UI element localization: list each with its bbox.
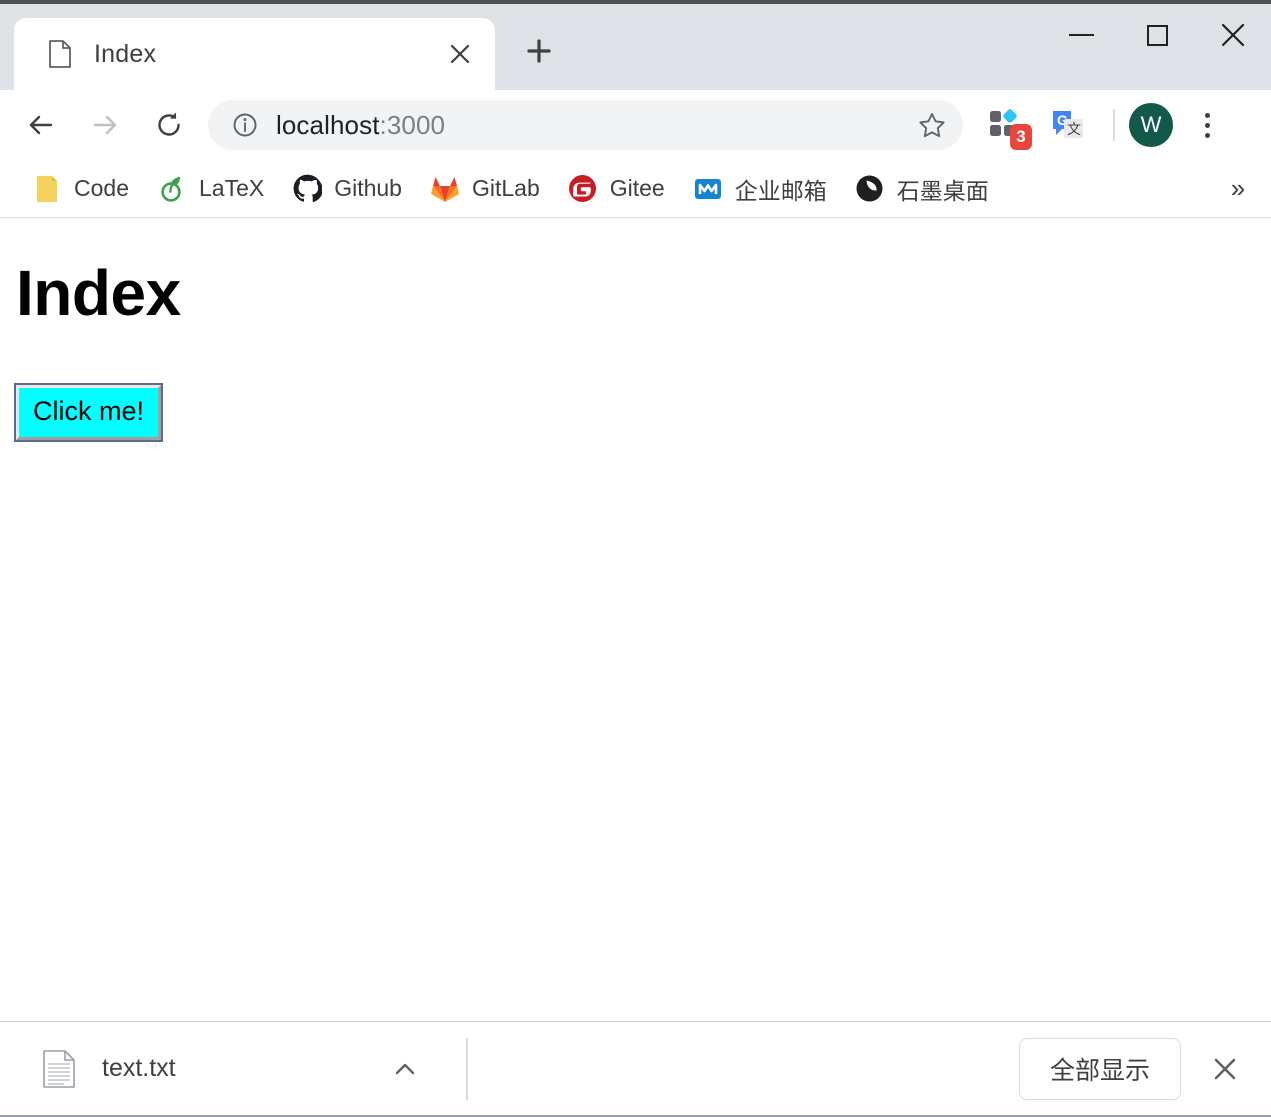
star-icon[interactable] — [909, 102, 955, 148]
bookmark-shimo[interactable]: 石墨桌面 — [845, 167, 999, 211]
close-shelf-icon[interactable] — [1197, 1041, 1253, 1097]
yellow-folder-icon — [32, 174, 62, 204]
page-content: Index Click me! — [0, 218, 1271, 1021]
bookmarks-overflow-icon[interactable]: » — [1217, 168, 1259, 210]
bookmark-latex[interactable]: LaTeX — [147, 167, 274, 211]
svg-text:文: 文 — [1067, 121, 1081, 137]
url-host: localhost — [276, 109, 380, 140]
address-bar[interactable]: localhost:3000 — [208, 100, 963, 150]
shelf-divider — [465, 1037, 468, 1100]
close-icon — [1221, 23, 1245, 47]
shimo-icon — [855, 174, 885, 204]
bookmark-label: Gitee — [609, 175, 665, 201]
close-window-button[interactable] — [1195, 4, 1271, 66]
browser-toolbar: localhost:3000 3 G 文 W — [0, 90, 1271, 160]
extensions-puzzle-icon[interactable]: 3 — [981, 100, 1032, 150]
text-file-icon — [42, 1049, 76, 1088]
tab-title: Index — [94, 39, 157, 68]
bookmark-label: GitLab — [471, 175, 540, 201]
reload-button[interactable] — [144, 100, 194, 150]
page-icon — [48, 40, 72, 68]
new-tab-button[interactable] — [512, 26, 566, 76]
arrow-left-icon — [29, 115, 53, 135]
minimize-button[interactable] — [1043, 4, 1119, 66]
window-controls — [1043, 4, 1271, 66]
download-shelf: text.txt 全部显示 — [0, 1021, 1271, 1117]
forward-button[interactable] — [80, 100, 130, 150]
page-title: Index — [16, 257, 181, 329]
bookmark-gitlab[interactable]: GitLab — [420, 167, 550, 211]
download-file-name: text.txt — [102, 1054, 176, 1082]
url-text[interactable]: localhost:3000 — [276, 110, 909, 141]
bookmark-label: Github — [334, 175, 402, 201]
info-circle-icon[interactable] — [230, 110, 260, 140]
bookmark-gitee[interactable]: Gitee — [558, 167, 675, 211]
toolbar-divider — [1113, 109, 1115, 141]
url-port: :3000 — [379, 109, 446, 140]
back-button[interactable] — [16, 100, 66, 150]
overleaf-icon — [157, 174, 187, 204]
bookmark-label: Code — [74, 175, 129, 201]
bookmark-label: 石墨桌面 — [896, 177, 989, 204]
browser-window: Index localhost:3000 3 G 文 W Code LaTeX … — [0, 0, 1271, 1117]
chrome-menu-icon[interactable] — [1183, 101, 1231, 149]
chevron-up-icon[interactable] — [382, 1046, 428, 1092]
bookmark-code[interactable]: Code — [22, 167, 139, 211]
github-icon — [292, 174, 322, 204]
show-all-downloads-button[interactable]: 全部显示 — [1018, 1037, 1181, 1100]
bookmark-label: 企业邮箱 — [734, 177, 827, 204]
extensions-badge: 3 — [1010, 124, 1032, 150]
arrow-right-icon — [93, 115, 117, 135]
gitee-icon — [568, 174, 598, 204]
tab-close-icon[interactable] — [439, 33, 481, 75]
gitlab-icon — [430, 174, 460, 204]
plus-icon — [527, 39, 551, 63]
download-item[interactable]: text.txt — [22, 1036, 438, 1102]
bookmark-label: LaTeX — [198, 175, 265, 201]
avatar[interactable]: W — [1129, 103, 1173, 147]
bookmark-exmail[interactable]: 企业邮箱 — [683, 167, 837, 211]
bookmark-github[interactable]: Github — [282, 167, 412, 211]
exmail-icon — [693, 174, 723, 204]
click-me-button[interactable]: Click me! — [13, 383, 164, 443]
bookmarks-bar: Code LaTeX Github GitLab Gitee 企业邮箱 石墨桌面… — [0, 160, 1271, 218]
reload-icon — [158, 112, 180, 136]
tab-strip: Index — [0, 4, 1271, 90]
google-translate-icon[interactable]: G 文 — [1043, 100, 1093, 150]
maximize-button[interactable] — [1119, 4, 1195, 66]
tab-index[interactable]: Index — [14, 18, 495, 90]
